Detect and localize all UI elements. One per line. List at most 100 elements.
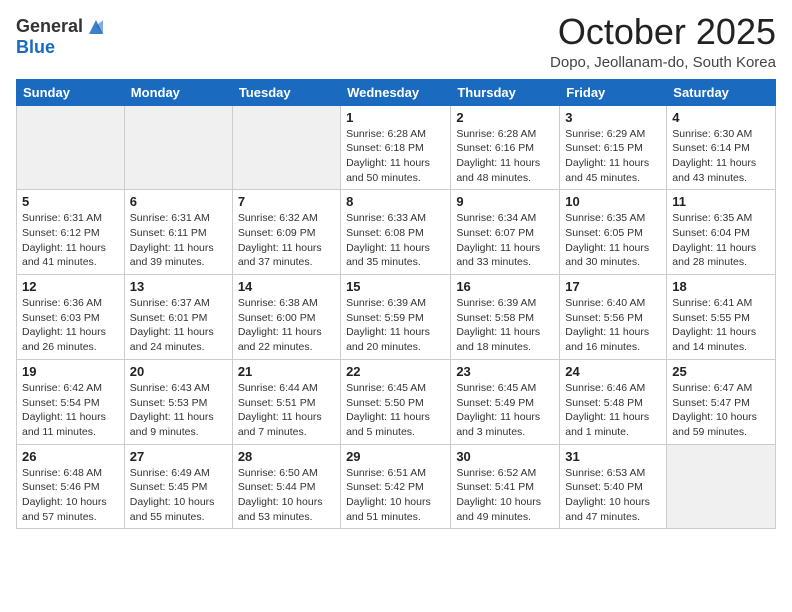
day-number: 1: [346, 110, 445, 125]
day-number: 30: [456, 449, 554, 464]
calendar: SundayMondayTuesdayWednesdayThursdayFrid…: [16, 79, 776, 530]
day-header-saturday: Saturday: [667, 79, 776, 105]
day-info: Sunrise: 6:33 AM Sunset: 6:08 PM Dayligh…: [346, 211, 445, 270]
day-number: 11: [672, 194, 770, 209]
day-info: Sunrise: 6:35 AM Sunset: 6:05 PM Dayligh…: [565, 211, 661, 270]
day-info: Sunrise: 6:30 AM Sunset: 6:14 PM Dayligh…: [672, 127, 770, 186]
day-cell: 8 Sunrise: 6:33 AM Sunset: 6:08 PM Daylig…: [341, 190, 451, 275]
day-cell: 22Sunrise: 6:45 AM Sunset: 5:50 PM Dayli…: [341, 359, 451, 444]
day-info: Sunrise: 6:41 AM Sunset: 5:55 PM Dayligh…: [672, 296, 770, 355]
logo-general-text: General: [16, 17, 83, 37]
day-number: 7: [238, 194, 335, 209]
day-cell: 4 Sunrise: 6:30 AM Sunset: 6:14 PM Daylig…: [667, 105, 776, 190]
day-header-tuesday: Tuesday: [232, 79, 340, 105]
day-cell: 3 Sunrise: 6:29 AM Sunset: 6:15 PM Daylig…: [560, 105, 667, 190]
day-info: Sunrise: 6:38 AM Sunset: 6:00 PM Dayligh…: [238, 296, 335, 355]
day-cell: [17, 105, 125, 190]
day-number: 13: [130, 279, 227, 294]
day-number: 4: [672, 110, 770, 125]
calendar-header-row: SundayMondayTuesdayWednesdayThursdayFrid…: [17, 79, 776, 105]
day-cell: 27 Sunrise: 6:49 AM Sunset: 5:45 PM Dayli…: [124, 444, 232, 529]
day-info: Sunrise: 6:37 AM Sunset: 6:01 PM Dayligh…: [130, 296, 227, 355]
day-cell: 1 Sunrise: 6:28 AM Sunset: 6:18 PM Daylig…: [341, 105, 451, 190]
day-info: Sunrise: 6:44 AM Sunset: 5:51 PM Dayligh…: [238, 381, 335, 440]
day-number: 20: [130, 364, 227, 379]
day-cell: 29Sunrise: 6:51 AM Sunset: 5:42 PM Dayli…: [341, 444, 451, 529]
week-row-2: 12Sunrise: 6:36 AM Sunset: 6:03 PM Dayli…: [17, 275, 776, 360]
day-cell: 15 Sunrise: 6:39 AM Sunset: 5:59 PM Dayli…: [341, 275, 451, 360]
day-number: 27: [130, 449, 227, 464]
day-cell: 20 Sunrise: 6:43 AM Sunset: 5:53 PM Dayli…: [124, 359, 232, 444]
day-cell: 2 Sunrise: 6:28 AM Sunset: 6:16 PM Daylig…: [451, 105, 560, 190]
day-info: Sunrise: 6:28 AM Sunset: 6:18 PM Dayligh…: [346, 127, 445, 186]
page: General Blue October 2025 Dopo, Jeollana…: [0, 0, 792, 612]
day-cell: 6 Sunrise: 6:31 AM Sunset: 6:11 PM Daylig…: [124, 190, 232, 275]
day-number: 23: [456, 364, 554, 379]
day-number: 16: [456, 279, 554, 294]
day-cell: 7 Sunrise: 6:32 AM Sunset: 6:09 PM Daylig…: [232, 190, 340, 275]
week-row-4: 26Sunrise: 6:48 AM Sunset: 5:46 PM Dayli…: [17, 444, 776, 529]
day-cell: 13 Sunrise: 6:37 AM Sunset: 6:01 PM Dayli…: [124, 275, 232, 360]
day-cell: [232, 105, 340, 190]
day-number: 14: [238, 279, 335, 294]
day-cell: [667, 444, 776, 529]
day-info: Sunrise: 6:46 AM Sunset: 5:48 PM Dayligh…: [565, 381, 661, 440]
day-info: Sunrise: 6:31 AM Sunset: 6:12 PM Dayligh…: [22, 211, 119, 270]
month-title: October 2025: [550, 12, 776, 52]
day-number: 8: [346, 194, 445, 209]
day-header-monday: Monday: [124, 79, 232, 105]
day-cell: 31Sunrise: 6:53 AM Sunset: 5:40 PM Dayli…: [560, 444, 667, 529]
logo-icon: [85, 16, 107, 38]
day-cell: 25 Sunrise: 6:47 AM Sunset: 5:47 PM Dayli…: [667, 359, 776, 444]
day-cell: 21Sunrise: 6:44 AM Sunset: 5:51 PM Dayli…: [232, 359, 340, 444]
day-header-wednesday: Wednesday: [341, 79, 451, 105]
day-info: Sunrise: 6:32 AM Sunset: 6:09 PM Dayligh…: [238, 211, 335, 270]
day-info: Sunrise: 6:34 AM Sunset: 6:07 PM Dayligh…: [456, 211, 554, 270]
day-cell: 19 Sunrise: 6:42 AM Sunset: 5:54 PM Dayli…: [17, 359, 125, 444]
day-info: Sunrise: 6:31 AM Sunset: 6:11 PM Dayligh…: [130, 211, 227, 270]
day-cell: 11Sunrise: 6:35 AM Sunset: 6:04 PM Dayli…: [667, 190, 776, 275]
day-cell: 17 Sunrise: 6:40 AM Sunset: 5:56 PM Dayli…: [560, 275, 667, 360]
day-cell: 14 Sunrise: 6:38 AM Sunset: 6:00 PM Dayli…: [232, 275, 340, 360]
day-cell: 30Sunrise: 6:52 AM Sunset: 5:41 PM Dayli…: [451, 444, 560, 529]
day-number: 17: [565, 279, 661, 294]
day-info: Sunrise: 6:39 AM Sunset: 5:59 PM Dayligh…: [346, 296, 445, 355]
day-info: Sunrise: 6:39 AM Sunset: 5:58 PM Dayligh…: [456, 296, 554, 355]
day-info: Sunrise: 6:53 AM Sunset: 5:40 PM Dayligh…: [565, 466, 661, 525]
day-info: Sunrise: 6:29 AM Sunset: 6:15 PM Dayligh…: [565, 127, 661, 186]
day-info: Sunrise: 6:42 AM Sunset: 5:54 PM Dayligh…: [22, 381, 119, 440]
day-number: 19: [22, 364, 119, 379]
day-header-friday: Friday: [560, 79, 667, 105]
day-cell: 18 Sunrise: 6:41 AM Sunset: 5:55 PM Dayli…: [667, 275, 776, 360]
day-number: 28: [238, 449, 335, 464]
day-number: 26: [22, 449, 119, 464]
day-info: Sunrise: 6:43 AM Sunset: 5:53 PM Dayligh…: [130, 381, 227, 440]
logo: General Blue: [16, 16, 107, 58]
day-header-sunday: Sunday: [17, 79, 125, 105]
day-info: Sunrise: 6:50 AM Sunset: 5:44 PM Dayligh…: [238, 466, 335, 525]
day-cell: 10 Sunrise: 6:35 AM Sunset: 6:05 PM Dayli…: [560, 190, 667, 275]
day-number: 18: [672, 279, 770, 294]
day-number: 29: [346, 449, 445, 464]
day-number: 25: [672, 364, 770, 379]
day-number: 2: [456, 110, 554, 125]
day-info: Sunrise: 6:28 AM Sunset: 6:16 PM Dayligh…: [456, 127, 554, 186]
logo-blue-text: Blue: [16, 37, 55, 57]
day-info: Sunrise: 6:49 AM Sunset: 5:45 PM Dayligh…: [130, 466, 227, 525]
week-row-0: 1 Sunrise: 6:28 AM Sunset: 6:18 PM Daylig…: [17, 105, 776, 190]
title-block: October 2025 Dopo, Jeollanam-do, South K…: [550, 12, 776, 71]
header: General Blue October 2025 Dopo, Jeollana…: [16, 12, 776, 71]
day-number: 6: [130, 194, 227, 209]
day-cell: 23Sunrise: 6:45 AM Sunset: 5:49 PM Dayli…: [451, 359, 560, 444]
day-number: 15: [346, 279, 445, 294]
day-number: 12: [22, 279, 119, 294]
day-cell: 9Sunrise: 6:34 AM Sunset: 6:07 PM Daylig…: [451, 190, 560, 275]
day-info: Sunrise: 6:40 AM Sunset: 5:56 PM Dayligh…: [565, 296, 661, 355]
day-cell: 24 Sunrise: 6:46 AM Sunset: 5:48 PM Dayli…: [560, 359, 667, 444]
day-cell: 12Sunrise: 6:36 AM Sunset: 6:03 PM Dayli…: [17, 275, 125, 360]
day-info: Sunrise: 6:45 AM Sunset: 5:50 PM Dayligh…: [346, 381, 445, 440]
day-info: Sunrise: 6:47 AM Sunset: 5:47 PM Dayligh…: [672, 381, 770, 440]
day-number: 3: [565, 110, 661, 125]
day-number: 24: [565, 364, 661, 379]
day-number: 10: [565, 194, 661, 209]
